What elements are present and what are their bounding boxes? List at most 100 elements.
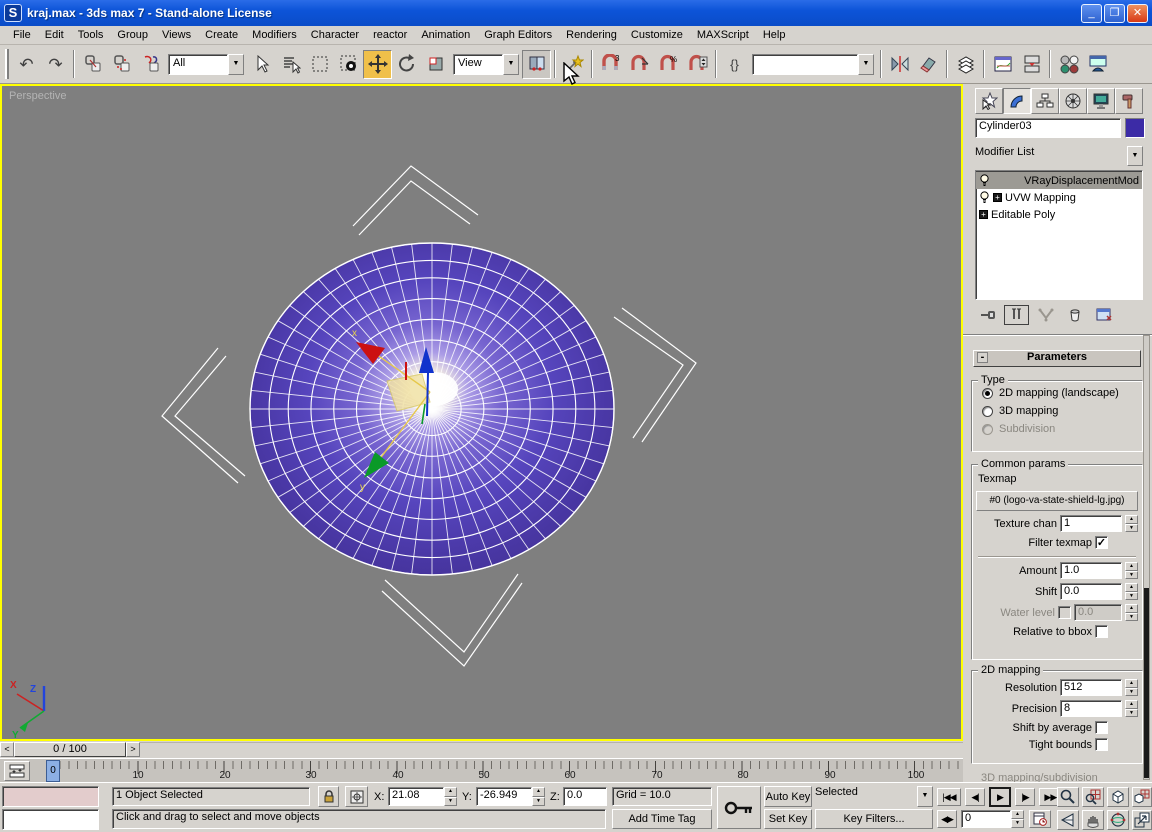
spinner-up-icon[interactable] [1125,515,1138,524]
restore-button[interactable]: ❐ [1104,4,1125,23]
select-and-link-button[interactable] [78,50,107,79]
named-selection-dropdown[interactable] [752,54,874,75]
menu-views[interactable]: Views [155,27,198,43]
menu-modifiers[interactable]: Modifiers [245,27,304,43]
resolution-field[interactable]: 512 [1060,679,1122,696]
tab-display[interactable] [1087,88,1115,114]
amount-spinner[interactable] [1125,562,1138,579]
dropdown-arrow-icon[interactable] [228,54,244,75]
spinner-up-icon[interactable] [1125,679,1138,688]
layer-manager-button[interactable] [951,50,980,79]
spinner-up-icon[interactable] [1011,810,1024,819]
spinner-down-icon[interactable] [1125,709,1138,718]
set-keys-button[interactable] [717,786,761,829]
water-level-checkbox[interactable] [1058,606,1071,619]
object-color-swatch[interactable] [1125,118,1145,138]
zoom-all-button[interactable] [1082,787,1104,807]
select-by-name-button[interactable] [276,50,305,79]
scrollbar-thumb[interactable] [1144,588,1149,778]
set-key-button[interactable]: Set Key [764,809,812,829]
tight-bounds-checkbox[interactable] [1095,738,1108,751]
make-unique-button[interactable] [1033,305,1058,325]
time-back-button[interactable]: < [0,742,14,757]
radio-icon[interactable] [982,388,993,399]
x-spinner[interactable] [444,787,457,806]
tab-utilities[interactable] [1115,88,1143,114]
object-name-field[interactable]: Cylinder03 [975,118,1121,138]
time-forward-button[interactable]: > [126,742,140,757]
mini-listener-field[interactable] [2,809,99,830]
spinner-down-icon[interactable] [444,797,457,807]
y-spinner[interactable] [532,787,545,806]
relative-bbox-checkbox[interactable] [1095,625,1108,638]
frame-spinner[interactable] [1011,810,1024,828]
texture-chan-spinner[interactable] [1125,515,1138,532]
next-frame-button[interactable]: |▶ [1015,788,1035,806]
shift-by-average-checkbox[interactable] [1095,721,1108,734]
play-animation-button[interactable]: ▶ [989,787,1011,807]
select-and-move-button[interactable] [363,50,392,79]
arc-rotate-button[interactable] [1107,810,1129,830]
tab-modify[interactable] [1003,88,1031,114]
precision-field[interactable]: 8 [1060,700,1122,717]
shift-field[interactable]: 0.0 [1060,583,1122,600]
resolution-spinner[interactable] [1125,679,1138,696]
material-editor-button[interactable] [1054,50,1083,79]
spinner-down-icon[interactable] [1011,819,1024,828]
dropdown-arrow-icon[interactable] [858,54,874,75]
menu-customize[interactable]: Customize [624,27,690,43]
tab-motion[interactable] [1059,88,1087,114]
spinner-snap-toggle-button[interactable] [683,50,712,79]
spinner-down-icon[interactable] [1125,688,1138,697]
menu-help[interactable]: Help [756,27,793,43]
texmap-button[interactable]: #0 (logo-va-state-shield-lg.jpg) [976,491,1138,511]
dropdown-arrow-icon[interactable] [917,786,933,807]
go-to-start-button[interactable]: |◀◀ [937,788,961,806]
align-button[interactable] [914,50,943,79]
menu-character[interactable]: Character [304,27,366,43]
parameters-rollout-header[interactable]: - Parameters [973,350,1141,367]
spinner-up-icon[interactable] [444,787,457,797]
redo-button[interactable]: ↷ [41,50,70,79]
min-max-toggle-button[interactable] [1132,810,1152,830]
spinner-down-icon[interactable] [532,797,545,807]
spinner-down-icon[interactable] [1125,592,1138,601]
curve-editor-button[interactable] [988,50,1017,79]
menu-rendering[interactable]: Rendering [559,27,624,43]
tab-hierarchy[interactable] [1031,88,1059,114]
menu-graph-editors[interactable]: Graph Editors [477,27,559,43]
current-frame-field[interactable]: 0 [961,810,1011,828]
named-selection-sets-button[interactable]: {} [720,50,749,79]
y-coordinate-field[interactable]: -26.949 [476,787,532,806]
reference-coordinate-dropdown[interactable]: View [453,54,519,75]
filter-texmap-checkbox[interactable] [1095,536,1108,549]
snap-toggle-3d-button[interactable]: 3 [596,50,625,79]
amount-field[interactable]: 1.0 [1060,562,1122,579]
absolute-mode-button[interactable] [345,786,368,807]
spinner-up-icon[interactable] [1125,700,1138,709]
modifier-list-dropdown[interactable]: Modifier List [975,146,1143,166]
window-crossing-toggle-button[interactable] [334,50,363,79]
pan-view-button[interactable] [1082,810,1104,830]
menu-file[interactable]: File [6,27,38,43]
minimize-button[interactable]: _ [1081,4,1102,23]
shift-spinner[interactable] [1125,583,1138,600]
mirror-button[interactable] [885,50,914,79]
add-time-tag-button[interactable]: Add Time Tag [612,809,712,829]
schematic-view-button[interactable] [1017,50,1046,79]
bind-to-space-warp-button[interactable] [136,50,165,79]
key-filters-button[interactable]: Key Filters... [815,809,933,829]
spinner-down-icon[interactable] [1125,524,1138,533]
radio-2d-mapping[interactable]: 2D mapping (landscape) [982,387,1142,399]
pin-stack-button[interactable] [975,305,1000,325]
selection-filter-dropdown[interactable]: All [168,54,244,75]
time-slider-handle[interactable]: 0 / 100 [14,742,126,757]
undo-button[interactable]: ↶ [12,50,41,79]
radio-icon[interactable] [982,406,993,417]
open-mini-curve-editor-button[interactable] [4,761,30,781]
menu-group[interactable]: Group [110,27,155,43]
select-and-rotate-button[interactable] [392,50,421,79]
expand-icon[interactable] [979,210,988,219]
menu-create[interactable]: Create [198,27,245,43]
time-slider-track[interactable] [140,742,963,757]
